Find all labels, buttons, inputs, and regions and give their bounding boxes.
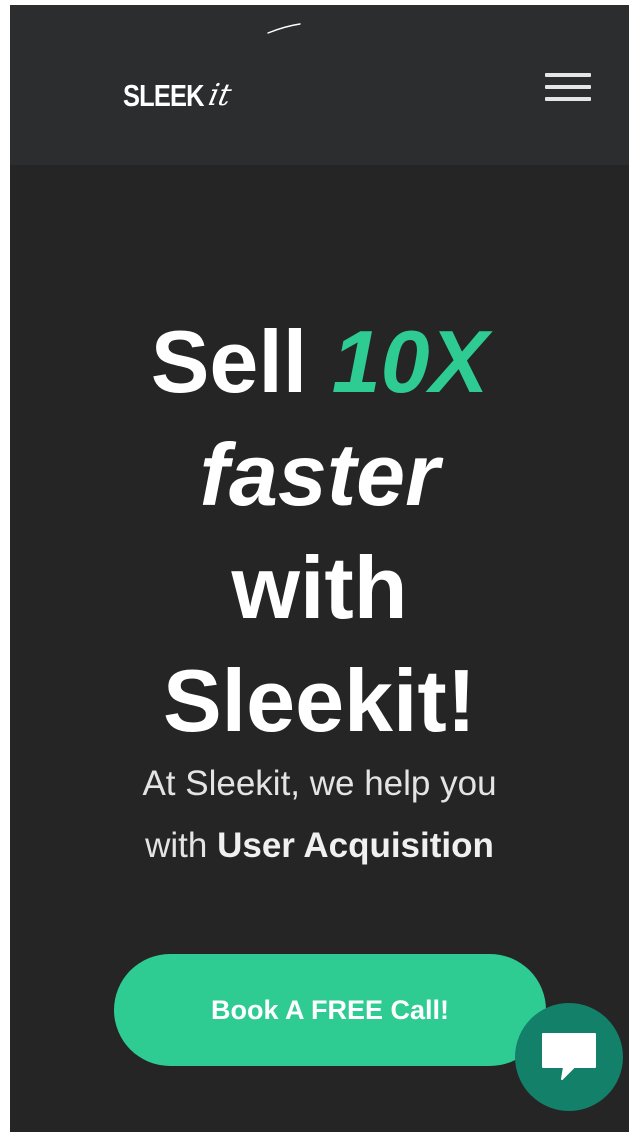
- hero-subtitle-highlight: User Acquisition: [217, 826, 494, 865]
- mobile-viewport: SLEEK it Sell 10X faster with Sleekit! A…: [10, 5, 629, 1132]
- logo-script: it: [205, 78, 235, 113]
- hamburger-line: [545, 85, 591, 89]
- book-free-call-button[interactable]: Book A FREE Call!: [114, 954, 546, 1066]
- hero-title: Sell 10X faster with Sleekit!: [10, 305, 629, 757]
- hero-title-word: Sleekit!: [162, 651, 477, 750]
- hero-title-accent: 10X: [331, 312, 489, 411]
- chat-bubble-icon: [542, 1033, 596, 1080]
- hero-subtitle: At Sleekit, we help you with User Acquis…: [10, 753, 629, 877]
- hero-title-word: with: [231, 538, 408, 637]
- hero-subtitle-line1: At Sleekit, we help you: [142, 764, 497, 803]
- hero-subtitle-prefix: with: [145, 826, 208, 865]
- chat-button[interactable]: [515, 1003, 623, 1111]
- hero-title-word: Sell: [150, 312, 308, 411]
- logo-swoosh-icon: [267, 23, 301, 34]
- site-header: SLEEK it: [10, 5, 629, 165]
- hamburger-menu-icon[interactable]: [545, 73, 591, 103]
- hamburger-line: [545, 73, 591, 77]
- logo-wordmark: SLEEK: [123, 78, 204, 113]
- hero-title-word: faster: [199, 425, 440, 524]
- hamburger-line: [545, 97, 591, 101]
